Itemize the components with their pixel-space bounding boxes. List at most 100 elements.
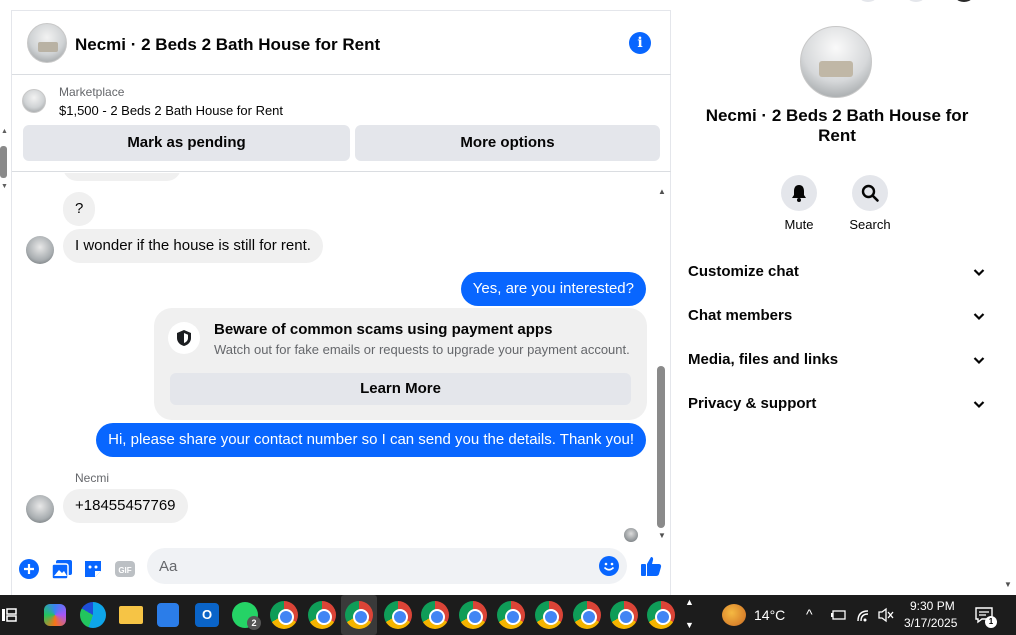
message-scroll-thumb[interactable]: [657, 366, 665, 528]
message-input[interactable]: [147, 548, 627, 584]
gif-icon[interactable]: GIF: [114, 558, 136, 580]
photo-icon[interactable]: [51, 558, 73, 580]
sender-avatar[interactable]: [26, 236, 54, 264]
plus-icon[interactable]: [18, 558, 40, 580]
chat-header: Necmi · 2 Beds 2 Bath House for Rent i: [12, 11, 671, 75]
chrome-profile-icon[interactable]: [421, 601, 449, 629]
message-bubble-incoming[interactable]: +18455457769: [63, 489, 188, 523]
marketplace-label: Marketplace: [59, 85, 125, 99]
sender-avatar[interactable]: [26, 495, 54, 523]
chevron-down-icon: [973, 269, 985, 277]
chevron-down-icon: [973, 357, 985, 365]
message-bubble-partial: [63, 173, 181, 181]
scam-warning-card: Beware of common scams using payment app…: [154, 308, 647, 420]
thumbs-up-icon[interactable]: [639, 554, 663, 578]
chrome-profile-icon[interactable]: [610, 601, 638, 629]
weather-icon[interactable]: [722, 604, 746, 626]
scroll-down-arrow-icon[interactable]: ▼: [1, 183, 8, 190]
top-toolbar-partial: [856, 0, 1006, 2]
file-explorer-icon[interactable]: [119, 606, 143, 624]
chat-panel: Necmi · 2 Beds 2 Bath House for Rent i M…: [11, 10, 671, 595]
mark-as-pending-button[interactable]: Mark as pending: [23, 125, 350, 161]
chevron-up-icon[interactable]: ^: [806, 606, 813, 622]
mute-action[interactable]: Mute: [769, 175, 829, 232]
search-label: Search: [849, 217, 891, 232]
chrome-profile-icon[interactable]: [647, 601, 675, 629]
message-bubble-outgoing[interactable]: Yes, are you interested?: [460, 272, 646, 306]
chrome-profile-icon[interactable]: [384, 601, 412, 629]
message-bubble-incoming[interactable]: I wonder if the house is still for rent.: [63, 229, 323, 263]
sticker-icon[interactable]: [82, 558, 104, 580]
notification-count: 1: [985, 616, 997, 628]
clock-time[interactable]: 9:30 PM: [910, 599, 955, 613]
whatsapp-icon[interactable]: 2: [232, 602, 261, 630]
chrome-profile-icon[interactable]: [270, 601, 298, 629]
page-scroll-down-arrow-icon[interactable]: ▼: [1004, 580, 1012, 589]
scroll-down-arrow-icon[interactable]: ▼: [658, 531, 666, 540]
toolbar-button-partial[interactable]: [904, 0, 928, 2]
emoji-icon[interactable]: [599, 556, 619, 576]
chrome-profile-icon[interactable]: [497, 601, 525, 629]
section-label: Chat members: [688, 307, 793, 324]
message-scrollbar[interactable]: ▲ ▼: [656, 173, 670, 543]
mute-label: Mute: [784, 217, 814, 232]
store-icon[interactable]: [157, 603, 179, 627]
taskbar-overflow-down-icon[interactable]: ▼: [685, 620, 694, 630]
edge-icon[interactable]: [80, 602, 106, 628]
chevron-down-icon: [973, 313, 985, 321]
chat-details-panel: Necmi · 2 Beds 2 Bath House for Rent Mut…: [672, 10, 1002, 590]
message-bubble-incoming[interactable]: ?: [63, 192, 96, 226]
toolbar-button-partial[interactable]: [856, 0, 880, 2]
message-list[interactable]: ? I wonder if the house is still for ren…: [12, 173, 671, 543]
windows-taskbar: O 2 ▲ ▼ 14°C ^ 9:30 PM 3/17/2025 1: [0, 595, 1016, 635]
chrome-profile-icon[interactable]: [345, 601, 373, 629]
copilot-icon[interactable]: [44, 604, 66, 626]
clock-date[interactable]: 3/17/2025: [904, 616, 957, 630]
weather-temperature[interactable]: 14°C: [754, 607, 785, 623]
chrome-profile-icon[interactable]: [308, 601, 336, 629]
search-action[interactable]: Search: [840, 175, 900, 232]
messenger-window: ▲ ▼ Necmi · 2 Beds 2 Bath House for Rent…: [0, 0, 1016, 635]
learn-more-button[interactable]: Learn More: [170, 373, 631, 405]
section-label: Customize chat: [688, 263, 799, 280]
scam-warning-title: Beware of common scams using payment app…: [214, 321, 553, 338]
chrome-profile-icon[interactable]: [573, 601, 601, 629]
volume-muted-icon[interactable]: [877, 607, 895, 623]
section-label: Privacy & support: [688, 395, 817, 412]
section-customize-chat[interactable]: Customize chat: [688, 256, 986, 288]
sender-name: Necmi: [75, 471, 110, 485]
section-privacy-support[interactable]: Privacy & support: [688, 388, 986, 420]
section-chat-members[interactable]: Chat members: [688, 300, 986, 332]
chat-avatar[interactable]: [27, 23, 67, 63]
profile-avatar-partial[interactable]: [952, 0, 976, 2]
scroll-up-arrow-icon[interactable]: ▲: [1, 128, 8, 135]
outer-scroll-thumb[interactable]: [0, 146, 7, 178]
section-label: Media, files and links: [688, 351, 839, 368]
listing-title[interactable]: $1,500 - 2 Beds 2 Bath House for Rent: [59, 103, 283, 118]
section-media-files-links[interactable]: Media, files and links: [688, 344, 986, 376]
scroll-up-arrow-icon[interactable]: ▲: [658, 187, 666, 196]
message-bubble-outgoing[interactable]: Hi, please share your contact number so …: [96, 423, 646, 457]
message-composer: GIF: [12, 548, 671, 592]
outer-scrollbar[interactable]: ▲ ▼: [0, 128, 10, 192]
scam-warning-description: Watch out for fake emails or requests to…: [214, 342, 630, 357]
more-options-button[interactable]: More options: [355, 125, 660, 161]
whatsapp-badge: 2: [247, 616, 261, 630]
shield-icon: [168, 322, 200, 354]
svg-text:GIF: GIF: [118, 566, 131, 575]
taskbar-overflow-up-icon[interactable]: ▲: [685, 597, 694, 607]
details-avatar[interactable]: [800, 26, 872, 98]
marketplace-banner: Marketplace $1,500 - 2 Beds 2 Bath House…: [12, 76, 671, 172]
chat-title[interactable]: Necmi · 2 Beds 2 Bath House for Rent: [75, 35, 380, 55]
info-icon[interactable]: i: [629, 32, 651, 54]
bell-icon[interactable]: [781, 175, 817, 211]
search-icon[interactable]: [852, 175, 888, 211]
chrome-profile-icon[interactable]: [535, 601, 563, 629]
chrome-profile-icon[interactable]: [459, 601, 487, 629]
task-view-icon[interactable]: [2, 607, 18, 623]
wifi-icon[interactable]: [856, 607, 872, 623]
read-receipt-avatar: [624, 528, 638, 542]
battery-icon[interactable]: [830, 608, 846, 622]
listing-thumbnail[interactable]: [22, 89, 46, 113]
outlook-icon[interactable]: O: [195, 603, 219, 627]
